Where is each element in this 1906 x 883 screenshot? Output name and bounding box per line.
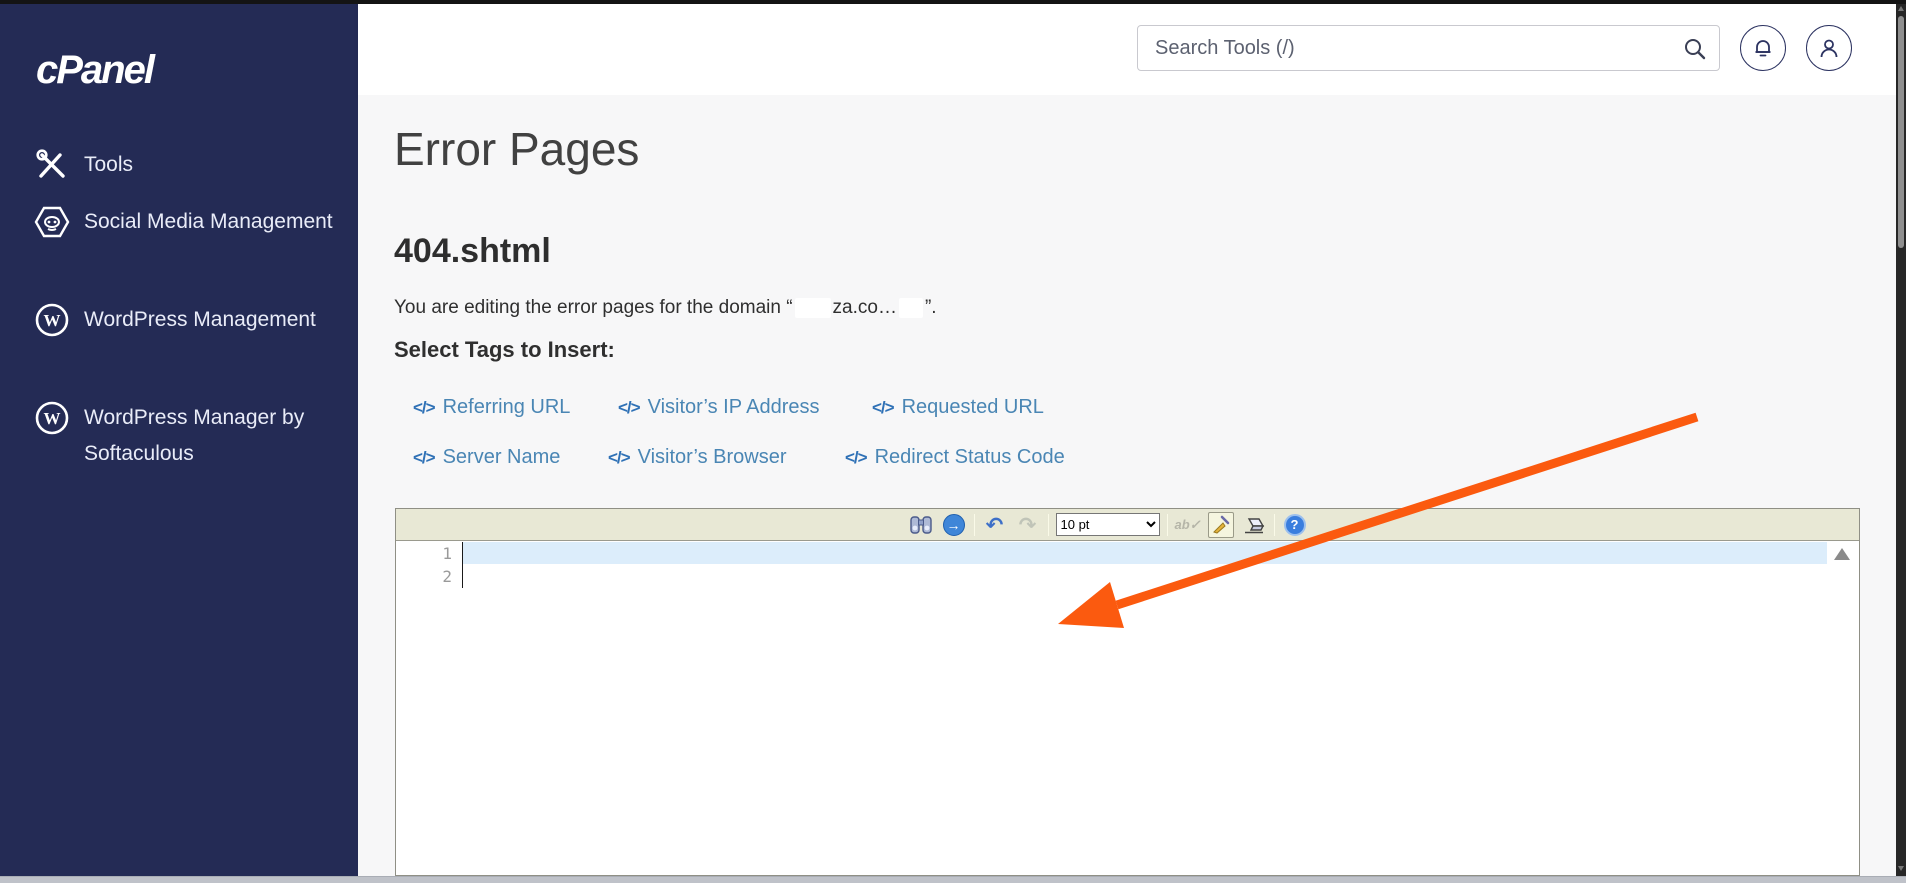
code-tag-icon: </>: [413, 397, 436, 417]
domain-text: za.co…: [832, 297, 897, 318]
select-tags-heading: Select Tags to Insert:: [394, 337, 615, 362]
editor-toolbar: → ↶ ↷ 10 pt ab✓ ?: [396, 509, 1859, 541]
account-button[interactable]: [1806, 25, 1852, 71]
tag-label: Requested URL: [901, 396, 1044, 418]
redaction-box: [898, 297, 923, 318]
code-tag-icon: </>: [413, 447, 436, 467]
code-tag-icon: </>: [872, 397, 895, 417]
spellcheck-icon[interactable]: ab✓: [1174, 512, 1200, 538]
toolbar-separator: [1166, 513, 1168, 536]
toolbar-separator: [973, 513, 975, 536]
social-media-icon: [34, 204, 70, 240]
editing-description: You are editing the error pages for the …: [394, 297, 937, 319]
eraser-icon[interactable]: [1241, 512, 1267, 538]
help-icon[interactable]: ?: [1282, 512, 1308, 538]
redaction-box: [794, 297, 831, 318]
scrollbar-up-arrow-icon[interactable]: [1898, 6, 1904, 11]
search-input[interactable]: [1140, 28, 1670, 68]
editor-text-area[interactable]: 1 2: [396, 541, 1859, 875]
sidebar-item-label: Social Media Management: [84, 210, 333, 233]
sidebar-item-wordpress-management[interactable]: W WordPress Management: [0, 302, 358, 338]
tag-requested-url[interactable]: </> Requested URL: [872, 396, 1044, 419]
current-line-highlight: [463, 542, 1827, 564]
editing-text-suffix: ”.: [924, 297, 937, 318]
browser-horizontal-scrollbar[interactable]: [0, 876, 1906, 883]
tag-label: Referring URL: [442, 396, 571, 418]
browser-scrollbar-thumb[interactable]: [1898, 16, 1904, 248]
tag-referring-url[interactable]: </> Referring URL: [413, 396, 570, 419]
sidebar-item-social-media[interactable]: Social Media Management: [0, 204, 358, 240]
tag-visitors-browser[interactable]: </> Visitor’s Browser: [608, 446, 787, 469]
sidebar-item-label: Tools: [84, 153, 134, 176]
tag-label: Redirect Status Code: [874, 446, 1065, 468]
gutter-divider: [462, 542, 463, 588]
tag-label: Visitor’s IP Address: [647, 396, 820, 418]
find-binoculars-icon[interactable]: [908, 512, 934, 538]
editing-text-prefix: You are editing the error pages for the …: [394, 297, 793, 318]
wordpress-icon: W: [34, 302, 70, 338]
goto-icon[interactable]: →: [941, 512, 967, 538]
scrollbar-down-arrow-icon[interactable]: [1898, 866, 1904, 871]
sidebar: cPanel Tools Social Media Management W W…: [0, 4, 358, 876]
user-icon: [1817, 36, 1841, 60]
brush-icon[interactable]: [1207, 511, 1234, 538]
sidebar-item-tools[interactable]: Tools: [0, 147, 358, 183]
code-tag-icon: </>: [608, 447, 631, 467]
sidebar-item-wordpress-manager-softaculous[interactable]: W WordPress Manager by Softaculous: [0, 400, 358, 472]
svg-text:W: W: [44, 409, 61, 428]
tag-label: Visitor’s Browser: [637, 446, 787, 468]
tools-icon: [34, 147, 70, 183]
cpanel-logo[interactable]: cPanel: [36, 48, 155, 93]
undo-icon[interactable]: ↶: [982, 512, 1008, 538]
code-tag-icon: </>: [845, 447, 868, 467]
search-icon[interactable]: [1683, 37, 1707, 61]
svg-text:W: W: [44, 311, 61, 330]
code-editor: → ↶ ↷ 10 pt ab✓ ? 1 2: [395, 508, 1860, 876]
notifications-button[interactable]: [1740, 25, 1786, 71]
code-tag-icon: </>: [618, 397, 641, 417]
toolbar-separator: [1047, 513, 1049, 536]
bell-icon: [1751, 36, 1775, 60]
tag-server-name[interactable]: </> Server Name: [413, 446, 560, 469]
sidebar-item-label: WordPress Management: [84, 308, 316, 331]
tag-visitors-ip-address[interactable]: </> Visitor’s IP Address: [618, 396, 820, 419]
line-number: 2: [442, 567, 452, 586]
file-title: 404.shtml: [394, 232, 551, 270]
redo-icon[interactable]: ↷: [1015, 512, 1041, 538]
line-number: 1: [442, 544, 452, 563]
sidebar-item-label: WordPress Manager by Softaculous: [84, 406, 305, 465]
search-box: [1137, 25, 1720, 71]
wordpress-icon: W: [34, 400, 70, 436]
page-title: Error Pages: [394, 123, 640, 175]
tag-label: Server Name: [442, 446, 561, 468]
toolbar-separator: [1273, 513, 1275, 536]
tag-redirect-status-code[interactable]: </> Redirect Status Code: [845, 446, 1065, 469]
editor-scroll-up-icon[interactable]: [1834, 548, 1850, 560]
font-size-select[interactable]: 10 pt: [1055, 513, 1160, 536]
